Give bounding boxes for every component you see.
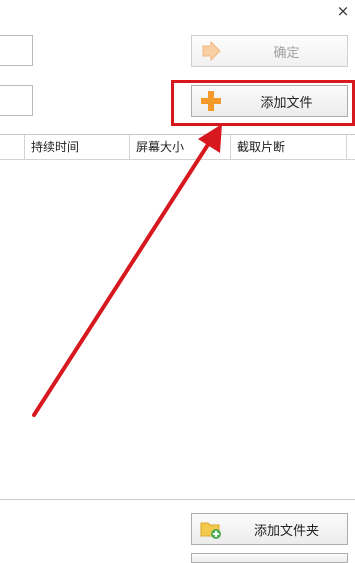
output-path-field[interactable] [0, 35, 33, 66]
column-header-duration[interactable]: 持续时间 [25, 135, 130, 159]
partial-button-below[interactable] [191, 553, 348, 563]
column-header-clip-segment[interactable]: 截取片断 [231, 135, 347, 159]
close-button[interactable]: × [334, 2, 352, 20]
column-header-screen-size[interactable]: 屏幕大小 [130, 135, 231, 159]
add-folder-label: 添加文件夹 [253, 523, 319, 539]
column-header-hidden[interactable] [0, 135, 25, 159]
add-file-label: 添加文件 [260, 95, 313, 111]
source-path-field[interactable] [0, 85, 33, 116]
confirm-button[interactable]: 确定 [191, 35, 348, 67]
folder-add-icon [200, 518, 222, 540]
arrow-right-icon [200, 40, 222, 62]
plus-icon [200, 90, 222, 112]
add-folder-button[interactable]: 添加文件夹 [191, 513, 348, 545]
file-list-table[interactable]: 持续时间 屏幕大小 截取片断 [0, 134, 355, 500]
add-file-button[interactable]: 添加文件 [191, 85, 348, 117]
confirm-label: 确定 [273, 45, 300, 61]
table-header: 持续时间 屏幕大小 截取片断 [0, 135, 355, 160]
